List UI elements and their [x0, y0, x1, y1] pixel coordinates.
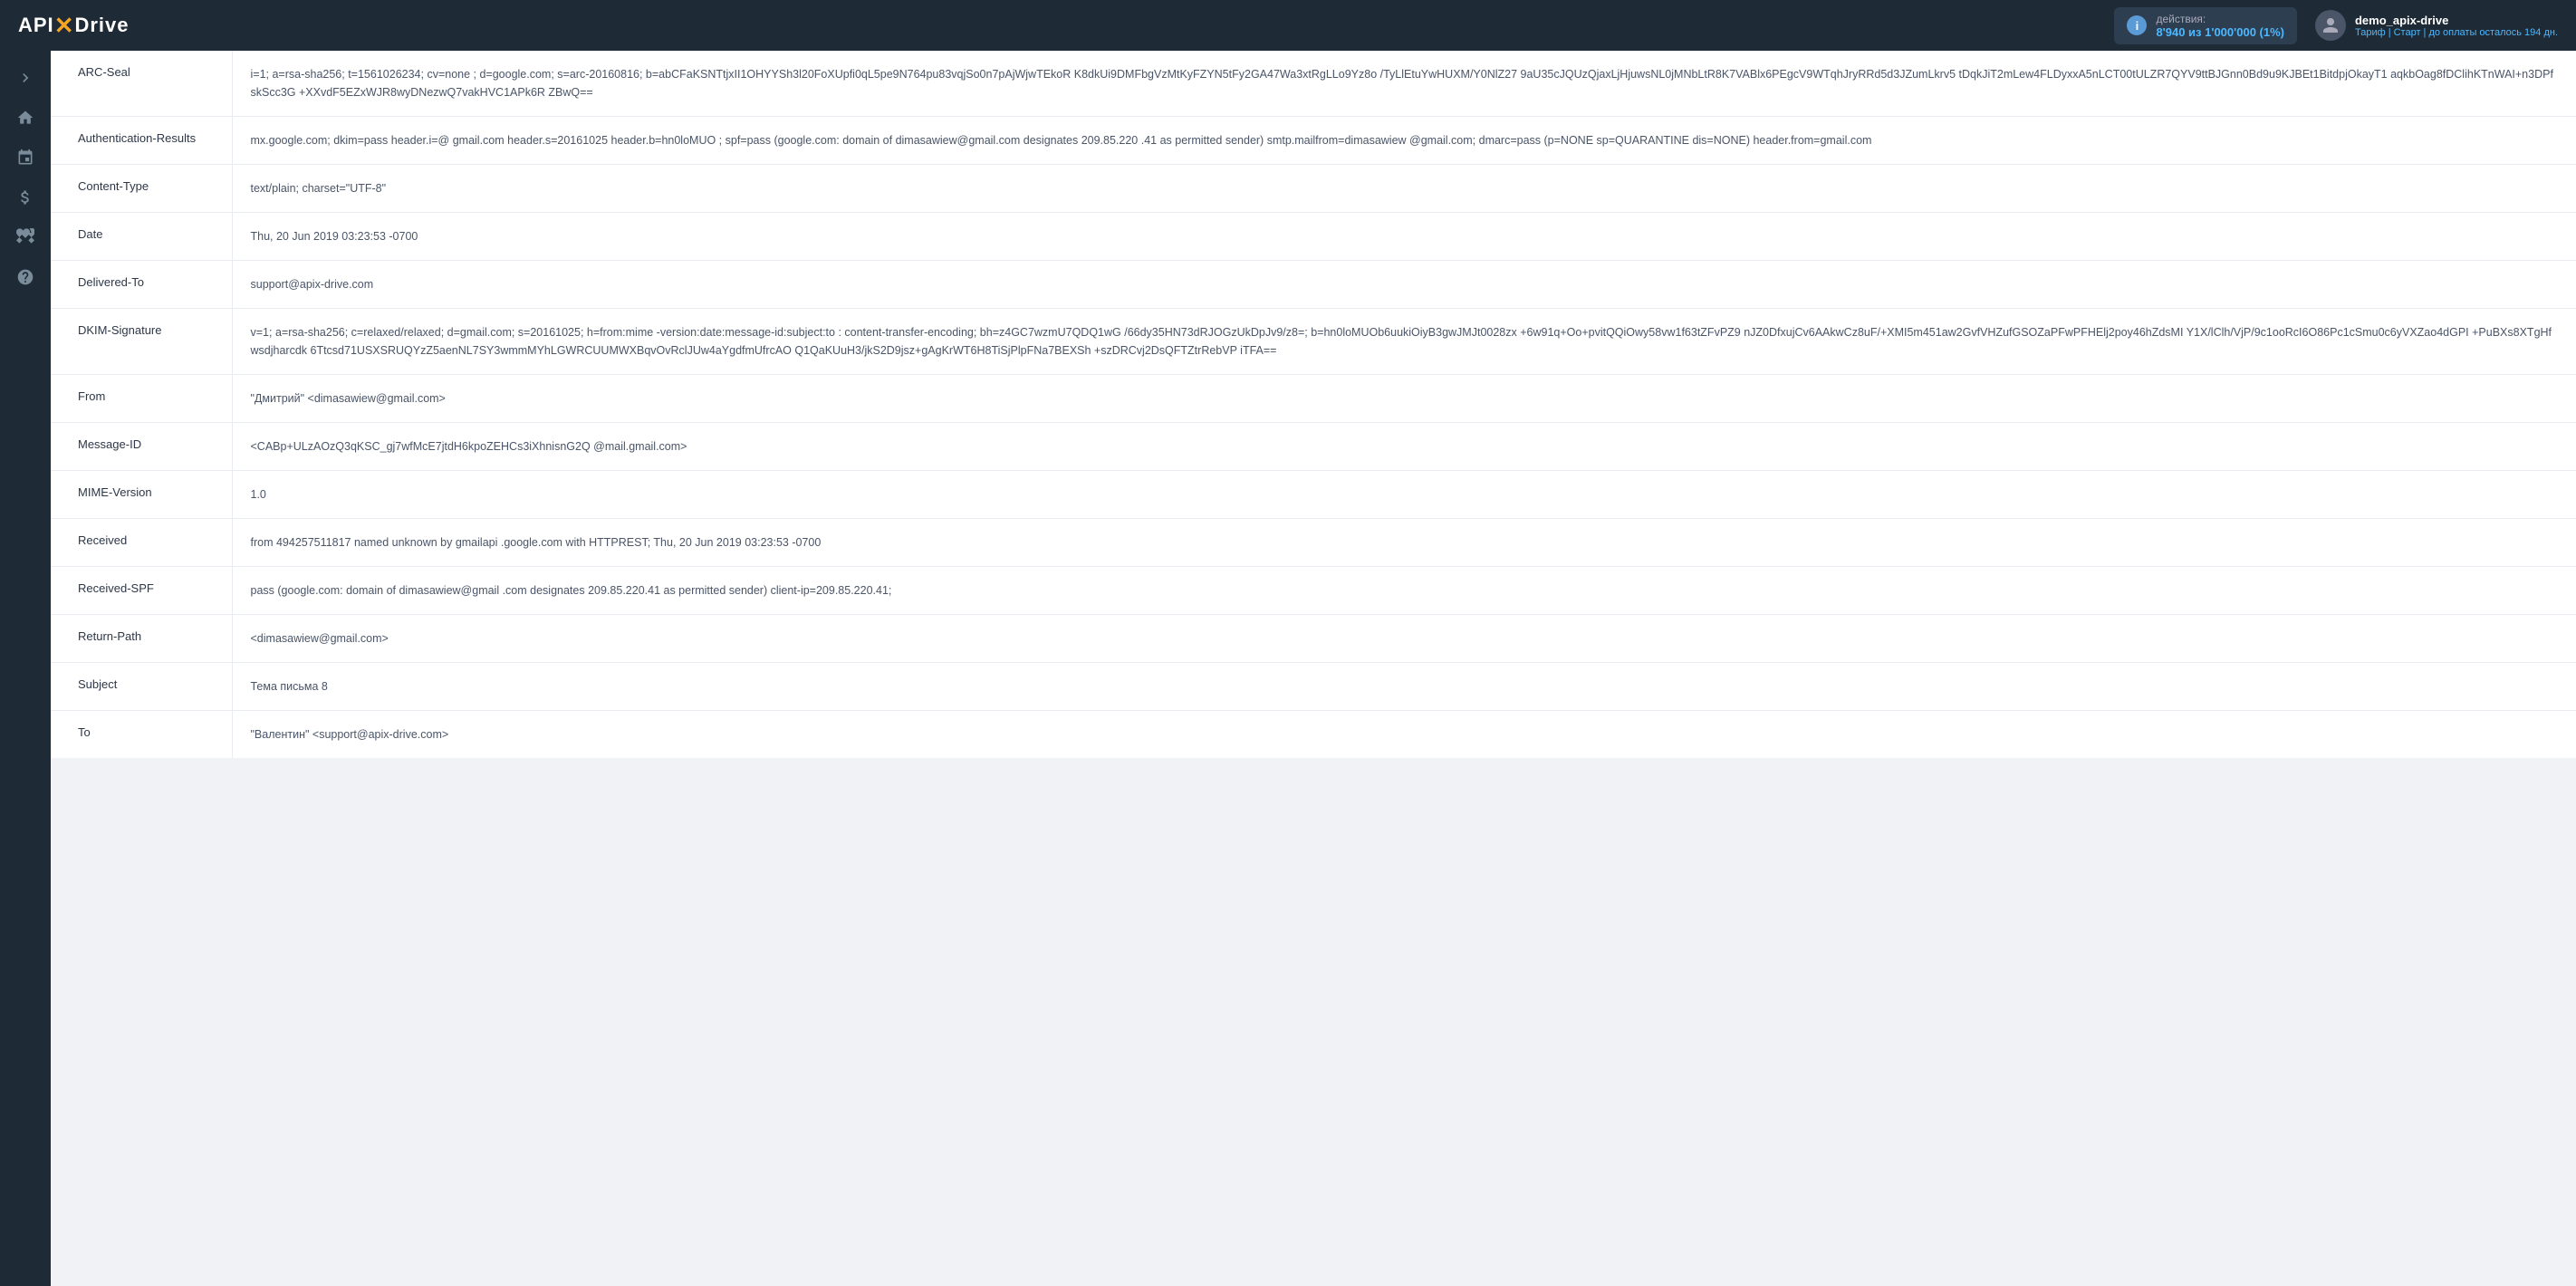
header-field-value: Thu, 20 Jun 2019 03:23:53 -0700 — [232, 213, 2576, 261]
header-field-value: <CABp+ULzAOzQ3qKSC_gj7wfMcE7jtdH6kpoZEHC… — [232, 423, 2576, 471]
header-field-name: Content-Type — [51, 165, 232, 213]
header-field-name: Subject — [51, 663, 232, 711]
logo-api: API — [18, 14, 54, 37]
actions-label: действия: — [2156, 13, 2284, 25]
user-name: demo_apix-drive — [2355, 14, 2558, 27]
actions-count: 8'940 из 1'000'000 (1%) — [2156, 25, 2284, 39]
header-field-name: Return-Path — [51, 615, 232, 663]
table-row: Return-Path<dimasawiew@gmail.com> — [51, 615, 2576, 663]
actions-text: действия: 8'940 из 1'000'000 (1%) — [2156, 13, 2284, 39]
table-row: From"Дмитрий" <dimasawiew@gmail.com> — [51, 375, 2576, 423]
header-field-name: From — [51, 375, 232, 423]
header-field-name: DKIM-Signature — [51, 309, 232, 375]
table-row: Authentication-Resultsmx.google.com; dki… — [51, 117, 2576, 165]
header-field-value: i=1; a=rsa-sha256; t=1561026234; cv=none… — [232, 51, 2576, 117]
header-field-name: Received — [51, 519, 232, 567]
header-field-value: 1.0 — [232, 471, 2576, 519]
header-field-value: <dimasawiew@gmail.com> — [232, 615, 2576, 663]
logo-x: ✕ — [54, 12, 75, 40]
header: API✕Drive i действия: 8'940 из 1'000'000… — [0, 0, 2576, 51]
sidebar-item-navigate[interactable] — [7, 60, 43, 96]
sidebar-item-billing[interactable] — [7, 179, 43, 216]
user-plan: Тариф | Старт | до оплаты осталось 194 д… — [2355, 27, 2558, 38]
header-field-value: text/plain; charset="UTF-8" — [232, 165, 2576, 213]
table-row: To"Валентин" <support@apix-drive.com> — [51, 711, 2576, 759]
header-right: i действия: 8'940 из 1'000'000 (1%) demo… — [2114, 7, 2558, 44]
table-row: Received-SPFpass (google.com: domain of … — [51, 567, 2576, 615]
content-area: ARC-Seali=1; a=rsa-sha256; t=1561026234;… — [51, 51, 2576, 1286]
table-row: MIME-Version1.0 — [51, 471, 2576, 519]
table-row: Content-Typetext/plain; charset="UTF-8" — [51, 165, 2576, 213]
sidebar-item-work[interactable] — [7, 219, 43, 255]
actions-panel: i действия: 8'940 из 1'000'000 (1%) — [2114, 7, 2297, 44]
avatar — [2315, 10, 2346, 41]
table-row: DateThu, 20 Jun 2019 03:23:53 -0700 — [51, 213, 2576, 261]
header-field-name: Message-ID — [51, 423, 232, 471]
table-row: DKIM-Signaturev=1; a=rsa-sha256; c=relax… — [51, 309, 2576, 375]
header-field-name: ARC-Seal — [51, 51, 232, 117]
header-field-value: v=1; a=rsa-sha256; c=relaxed/relaxed; d=… — [232, 309, 2576, 375]
header-field-value: Тема письма 8 — [232, 663, 2576, 711]
table-row: ARC-Seali=1; a=rsa-sha256; t=1561026234;… — [51, 51, 2576, 117]
table-row: SubjectТема письма 8 — [51, 663, 2576, 711]
header-field-name: Received-SPF — [51, 567, 232, 615]
user-icon — [2321, 16, 2340, 34]
sidebar — [0, 51, 51, 1286]
header-field-value: from 494257511817 named unknown by gmail… — [232, 519, 2576, 567]
header-field-name: To — [51, 711, 232, 759]
header-field-name: Date — [51, 213, 232, 261]
sidebar-item-home[interactable] — [7, 100, 43, 136]
logo-drive: Drive — [74, 14, 129, 37]
header-field-value: "Дмитрий" <dimasawiew@gmail.com> — [232, 375, 2576, 423]
sidebar-item-connections[interactable] — [7, 139, 43, 176]
info-icon: i — [2127, 15, 2147, 35]
logo: API✕Drive — [18, 12, 130, 40]
header-field-name: Delivered-To — [51, 261, 232, 309]
main-content: ARC-Seali=1; a=rsa-sha256; t=1561026234;… — [51, 51, 2576, 1286]
header-field-value: support@apix-drive.com — [232, 261, 2576, 309]
header-field-value: pass (google.com: domain of dimasawiew@g… — [232, 567, 2576, 615]
sidebar-item-help[interactable] — [7, 259, 43, 295]
table-row: Delivered-Tosupport@apix-drive.com — [51, 261, 2576, 309]
user-info: demo_apix-drive Тариф | Старт | до оплат… — [2355, 14, 2558, 38]
email-headers-table: ARC-Seali=1; a=rsa-sha256; t=1561026234;… — [51, 51, 2576, 758]
user-panel[interactable]: demo_apix-drive Тариф | Старт | до оплат… — [2315, 10, 2558, 41]
header-field-name: MIME-Version — [51, 471, 232, 519]
header-field-value: mx.google.com; dkim=pass header.i=@ gmai… — [232, 117, 2576, 165]
table-row: Message-ID<CABp+ULzAOzQ3qKSC_gj7wfMcE7jt… — [51, 423, 2576, 471]
header-field-value: "Валентин" <support@apix-drive.com> — [232, 711, 2576, 759]
table-row: Receivedfrom 494257511817 named unknown … — [51, 519, 2576, 567]
layout: ARC-Seali=1; a=rsa-sha256; t=1561026234;… — [0, 51, 2576, 1286]
header-field-name: Authentication-Results — [51, 117, 232, 165]
